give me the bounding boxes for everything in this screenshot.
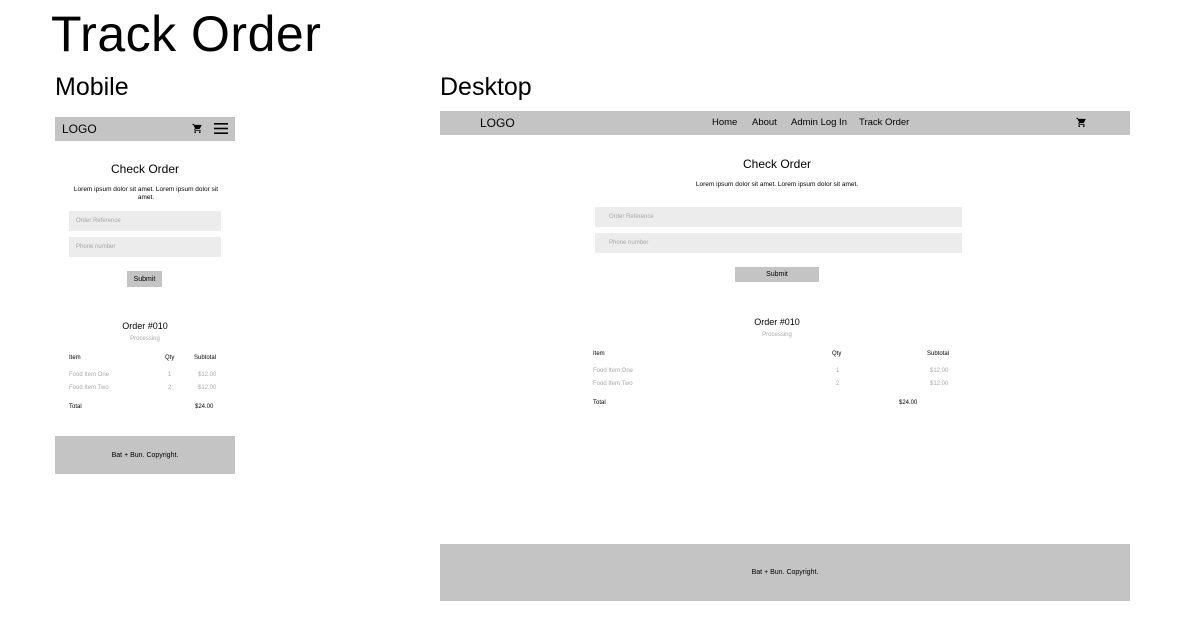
phone-number-placeholder: Phone number — [76, 244, 116, 250]
mobile-footer: Bat + Bun. Copyright. — [55, 436, 235, 474]
desktop-total-value: $24.00 — [899, 400, 918, 406]
desktop-footer-text: Bat + Bun. Copyright. — [751, 569, 819, 576]
desktop-row-subtotal: $12.00 — [930, 368, 949, 374]
desktop-column-subtotal: Subtotal — [927, 351, 950, 357]
mobile-total-label: Total — [69, 404, 82, 410]
desktop-order-status: Processing — [762, 332, 792, 338]
mobile-row-item: Food Item Two — [69, 385, 109, 391]
nav-home[interactable]: Home — [712, 117, 737, 129]
hamburger-menu-icon[interactable] — [214, 123, 228, 134]
phone-number-placeholder: Phone number — [609, 240, 649, 246]
mobile-row-qty: 2 — [168, 385, 172, 391]
mobile-check-order-description: Lorem ipsum dolor sit amet. Lorem ipsum … — [73, 186, 219, 201]
mobile-row-subtotal: $12.00 — [198, 385, 217, 391]
order-reference-placeholder: Order Reference — [609, 214, 654, 220]
cart-icon[interactable] — [192, 123, 203, 134]
mobile-logo[interactable]: LOGO — [62, 122, 97, 136]
desktop-order-reference-input[interactable]: Order Reference — [595, 207, 962, 227]
nav-admin-log-in[interactable]: Admin Log In — [791, 117, 847, 129]
mobile-order-title: Order #010 — [122, 321, 168, 331]
mobile-header: LOGO — [55, 117, 235, 141]
mobile-row-item: Food Item One — [69, 372, 110, 378]
desktop-phone-number-input[interactable]: Phone number — [595, 233, 962, 253]
desktop-check-order-description: Lorem ipsum dolor sit amet. Lorem ipsum … — [695, 181, 859, 188]
mobile-total-value: $24.00 — [195, 404, 214, 410]
mobile-order-status: Processing — [130, 336, 160, 342]
desktop-submit-button[interactable]: Submit — [735, 267, 819, 282]
desktop-header: LOGO Home About Admin Log In Track Order — [440, 111, 1130, 135]
desktop-section-label: Desktop — [440, 73, 532, 101]
desktop-column-qty: Qty — [832, 351, 842, 357]
desktop-row-item: Food Item One — [593, 368, 634, 374]
mobile-check-order-title: Check Order — [110, 162, 180, 176]
desktop-row-qty: 2 — [836, 381, 840, 387]
nav-about[interactable]: About — [752, 117, 777, 129]
cart-icon[interactable] — [1076, 117, 1087, 128]
mobile-submit-button[interactable]: Submit — [127, 271, 162, 287]
mobile-section-label: Mobile — [55, 73, 129, 101]
order-reference-placeholder: Order Reference — [76, 218, 121, 224]
desktop-total-label: Total — [593, 400, 606, 406]
mobile-row-subtotal: $12.00 — [198, 372, 217, 378]
mobile-column-qty: Qty — [165, 355, 175, 361]
desktop-logo[interactable]: LOGO — [480, 116, 515, 130]
desktop-row-qty: 1 — [836, 368, 840, 374]
desktop-row-item: Food Item Two — [593, 381, 633, 387]
desktop-check-order-title: Check Order — [742, 157, 812, 171]
desktop-footer: Bat + Bun. Copyright. — [440, 544, 1130, 601]
page-title: Track Order — [51, 6, 322, 62]
mobile-order-reference-input[interactable]: Order Reference — [69, 211, 221, 231]
desktop-column-item: Item — [593, 351, 605, 357]
mobile-column-subtotal: Subtotal — [194, 355, 217, 361]
desktop-row-subtotal: $12.00 — [930, 381, 949, 387]
desktop-order-title: Order #010 — [754, 317, 800, 327]
nav-track-order[interactable]: Track Order — [859, 117, 909, 129]
mobile-footer-text: Bat + Bun. Copyright. — [111, 451, 179, 459]
mobile-column-item: Item — [69, 355, 81, 361]
mobile-row-qty: 1 — [168, 372, 172, 378]
mobile-phone-number-input[interactable]: Phone number — [69, 237, 221, 257]
